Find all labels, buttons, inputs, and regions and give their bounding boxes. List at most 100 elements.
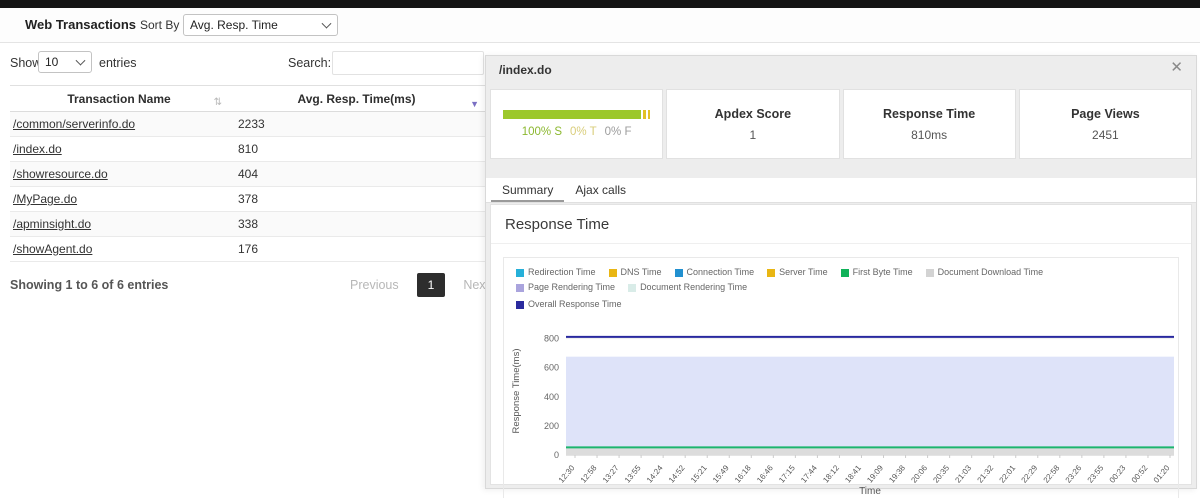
- showing-entries-info: Showing 1 to 6 of 6 entries: [10, 278, 169, 292]
- svg-text:22:29: 22:29: [1020, 463, 1040, 485]
- svg-text:01:20: 01:20: [1152, 463, 1172, 485]
- legend-item[interactable]: First Byte Time: [840, 266, 913, 279]
- svg-text:18:12: 18:12: [821, 463, 841, 485]
- web-transactions-page: Web Transactions Sort By : Avg. Resp. Ti…: [0, 0, 1200, 498]
- table-row: /MyPage.do 378: [10, 187, 485, 212]
- svg-text:200: 200: [544, 421, 559, 431]
- transaction-link[interactable]: /MyPage.do: [13, 192, 77, 206]
- svg-text:0: 0: [554, 450, 559, 460]
- table-row: /index.do 810: [10, 137, 485, 162]
- legend-item[interactable]: Redirection Time: [516, 266, 596, 279]
- sort-by-label: Sort By :: [140, 18, 187, 32]
- header-bar: Web Transactions Sort By : Avg. Resp. Ti…: [0, 8, 1200, 43]
- transaction-name-cell: /index.do: [10, 142, 228, 156]
- top-black-bar: [0, 0, 1200, 8]
- transaction-detail-panel: /index.do ✕ 100% S 0% T 0% F Apdex Score 1…: [485, 55, 1197, 498]
- avg-resp-time-cell: 338: [238, 217, 259, 231]
- avg-resp-time-cell: 810: [238, 142, 259, 156]
- search-input[interactable]: [332, 51, 484, 75]
- legend-item[interactable]: Page Rendering Time: [516, 281, 615, 294]
- column-header-avg-resp-time[interactable]: Avg. Resp. Time(ms) ▼: [228, 92, 485, 109]
- legend-swatch-icon: [674, 268, 683, 277]
- search-label: Search:: [288, 56, 332, 70]
- show-entries-select-wrap: 10: [38, 51, 92, 73]
- transaction-name-cell: /MyPage.do: [10, 192, 228, 206]
- column-header-transaction-name[interactable]: Transaction Name ⇅: [10, 92, 228, 108]
- legend-label: Page Rendering Time: [528, 282, 616, 292]
- legend-item[interactable]: Document Rendering Time: [628, 281, 747, 294]
- chart-legend: Redirection Time DNS Time Connection Time S…: [508, 264, 1174, 313]
- table-row: /showresource.do 404: [10, 162, 485, 187]
- svg-text:20:35: 20:35: [931, 463, 951, 485]
- response-time-card: Response Time 810ms: [842, 89, 1016, 159]
- apdex-caption-part: 0% F: [604, 126, 632, 138]
- legend-swatch-icon: [767, 268, 776, 277]
- legend-swatch-icon: [925, 268, 934, 277]
- svg-text:16:18: 16:18: [733, 463, 753, 485]
- transaction-link[interactable]: /index.do: [13, 142, 62, 156]
- show-entries-select[interactable]: 10: [38, 51, 92, 73]
- transaction-link[interactable]: /showAgent.do: [13, 242, 92, 256]
- transaction-name-cell: /common/serverinfo.do: [10, 117, 228, 131]
- tab-ajax-calls[interactable]: Ajax calls: [564, 178, 637, 202]
- legend-swatch-icon: [608, 268, 617, 277]
- table-row: /apminsight.do 338: [10, 212, 485, 237]
- response-time-chart-card: Redirection Time DNS Time Connection Time S…: [503, 257, 1179, 498]
- legend-item[interactable]: Overall Response Time: [516, 298, 622, 311]
- svg-text:23:55: 23:55: [1086, 463, 1106, 485]
- current-page-button[interactable]: 1: [416, 273, 446, 297]
- apdex-bar-segment: [648, 110, 651, 119]
- svg-text:13:55: 13:55: [623, 463, 643, 485]
- avg-resp-time-cell: 2233: [238, 117, 265, 131]
- apdex-bar-card: 100% S 0% T 0% F: [490, 89, 664, 159]
- tab-summary[interactable]: Summary: [491, 178, 565, 202]
- legend-item[interactable]: Connection Time: [674, 266, 755, 279]
- y-axis-label: Response Time(ms): [511, 349, 522, 434]
- stat-value: 1: [749, 127, 757, 142]
- transaction-name-cell: /showresource.do: [10, 167, 228, 181]
- show-label: Show: [10, 56, 42, 70]
- close-icon[interactable]: ✕: [1170, 60, 1183, 76]
- transactions-table: Transaction Name ⇅ Avg. Resp. Time(ms) ▼…: [10, 85, 485, 262]
- transaction-name-cell: /showAgent.do: [10, 242, 228, 256]
- svg-text:16:46: 16:46: [755, 463, 775, 485]
- detail-tabs: Summary Ajax calls: [486, 178, 1196, 203]
- table-header-row: Transaction Name ⇅ Avg. Resp. Time(ms) ▼: [10, 86, 485, 112]
- transaction-link[interactable]: /common/serverinfo.do: [13, 117, 135, 131]
- svg-text:23:26: 23:26: [1064, 463, 1084, 485]
- legend-swatch-icon: [516, 300, 524, 309]
- legend-label: Connection Time: [686, 267, 755, 277]
- avg-resp-time-cell: 378: [238, 192, 259, 206]
- apdex-bar: [502, 110, 651, 119]
- transaction-name-cell: /apminsight.do: [10, 217, 228, 231]
- page-views-card: Page Views 2451: [1018, 89, 1192, 159]
- svg-text:22:58: 22:58: [1042, 463, 1062, 485]
- table-body: /common/serverinfo.do 2233/index.do 810/sh…: [10, 112, 485, 262]
- legend-item[interactable]: Document Download Time: [925, 266, 1044, 279]
- stat-label: Apdex Score: [714, 106, 792, 121]
- apdex-bar-segment: [643, 110, 647, 119]
- legend-item[interactable]: DNS Time: [608, 266, 662, 279]
- svg-text:22:01: 22:01: [998, 463, 1018, 485]
- svg-text:12:58: 12:58: [579, 463, 599, 485]
- sort-by-select[interactable]: Avg. Resp. Time: [183, 14, 338, 36]
- previous-page-button[interactable]: Previous: [344, 273, 405, 297]
- legend-swatch-icon: [516, 283, 524, 292]
- sort-both-icon[interactable]: ⇅: [214, 97, 222, 108]
- x-axis-label: Time: [859, 486, 881, 497]
- legend-label: Server Time: [779, 267, 828, 277]
- transaction-link[interactable]: /apminsight.do: [13, 217, 91, 231]
- svg-text:600: 600: [544, 363, 559, 373]
- table-row: /showAgent.do 176: [10, 237, 485, 262]
- page-title: Web Transactions: [25, 17, 137, 32]
- legend-label: Document Download Time: [937, 267, 1044, 277]
- svg-text:20:06: 20:06: [909, 463, 929, 485]
- legend-label: First Byte Time: [852, 267, 913, 277]
- response-time-chart: 0 200 400 600 800 12:30 12:58 13:27 13:55 14:24 14…: [511, 334, 1174, 497]
- transaction-link[interactable]: /showresource.do: [13, 167, 108, 181]
- legend-item[interactable]: Server Time: [767, 266, 828, 279]
- legend-swatch-icon: [840, 268, 849, 277]
- sort-desc-icon[interactable]: ▼: [470, 99, 479, 109]
- apdex-caption: 100% S 0% T 0% F: [518, 126, 636, 138]
- svg-text:00:52: 00:52: [1130, 463, 1150, 485]
